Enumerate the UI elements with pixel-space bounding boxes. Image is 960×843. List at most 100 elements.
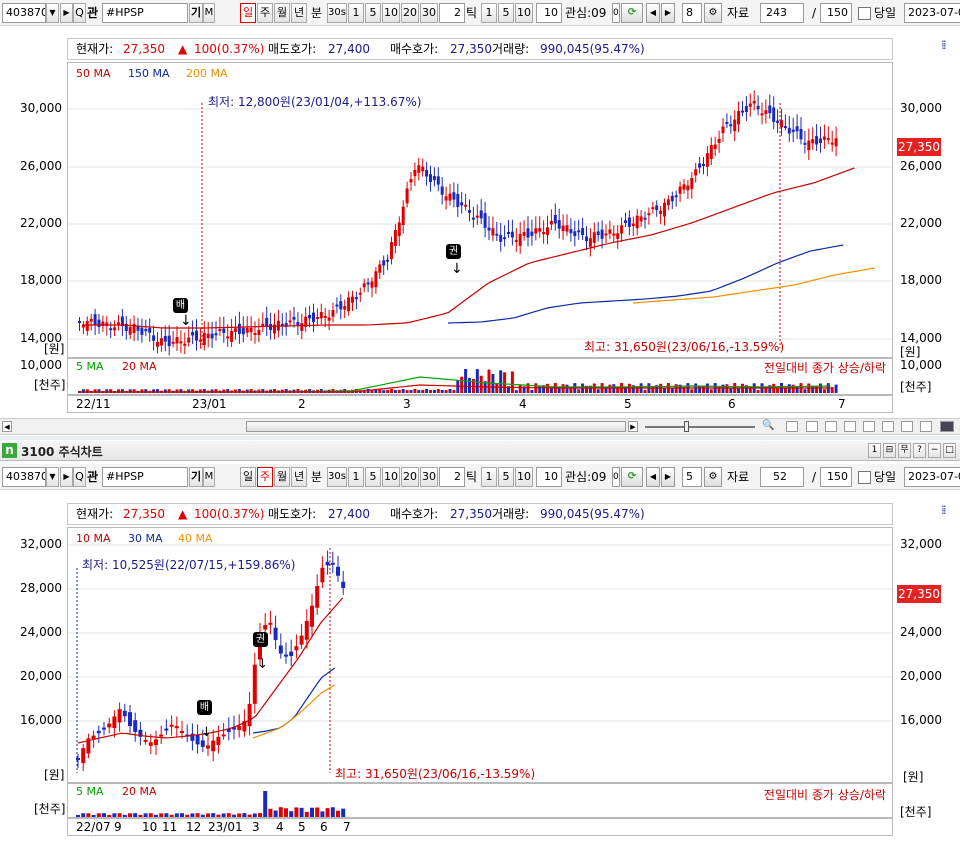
tool-icon[interactable] [882,421,894,432]
tick-count-input[interactable]: 10 [536,3,562,23]
speed-input[interactable]: 8 [682,3,702,23]
period-week-button[interactable]: 주 [257,3,273,23]
zoom-slider-handle[interactable] [684,421,689,432]
vol-ma5-legend[interactable]: 5 MA [76,785,104,798]
refresh-icon[interactable]: ⟳ [621,467,643,487]
minute-5-button[interactable]: 5 [365,3,381,23]
window-control-2[interactable]: ⊟ [883,443,896,458]
gi-button[interactable]: 기 [189,3,203,23]
panel-menu-icon[interactable]: ⁞⁞ [941,38,946,52]
scroll-left-icon[interactable]: ◀ [646,467,660,487]
window-control-1[interactable]: 1 [868,443,881,458]
minute-20-button[interactable]: 20 [401,3,419,23]
tick-10-button[interactable]: 10 [515,467,533,487]
period-day-button[interactable]: 일 [240,3,256,23]
period-year-button[interactable]: 년 [291,467,307,487]
tick-5-button[interactable]: 5 [498,3,514,23]
minimize-button[interactable]: − [928,443,941,458]
ma200-legend[interactable]: 200 MA [186,67,228,80]
ma50-legend[interactable]: 50 MA [76,67,111,80]
date-field[interactable]: 2023-07-0 [904,3,960,23]
total-count-input[interactable]: 150 [820,467,852,487]
tool-icon[interactable] [806,421,818,432]
top-volume-chart[interactable]: 5 MA 20 MA 전일대비 종가 상승/하락 [67,358,893,395]
code-dropdown-icon[interactable]: ▼ [46,467,59,487]
minute-10-button[interactable]: 10 [382,467,400,487]
tick-input[interactable]: 2 [439,467,465,487]
tool-icon[interactable] [863,421,875,432]
tool-icon[interactable] [844,421,856,432]
tool-icon[interactable] [940,421,954,432]
minute-30s-button[interactable]: 30s [327,467,347,487]
settings-icon[interactable]: ⚙ [704,467,722,487]
symbol-field[interactable]: #HPSP [102,3,188,23]
vol-ma5-legend[interactable]: 5 MA [76,360,104,373]
date-field[interactable]: 2023-07-0 [904,467,960,487]
gi-button[interactable]: 기 [189,467,203,487]
panel-menu-icon[interactable]: ⁞⁞ [941,503,946,517]
m-button[interactable]: M [203,467,215,487]
minute-1-button[interactable]: 1 [348,467,364,487]
scroll-thumb[interactable] [246,421,626,432]
period-year-button[interactable]: 년 [291,3,307,23]
bottom-volume-chart[interactable]: 5 MA 20 MA 전일대비 종가 상승/하락 [67,783,893,818]
minute-1-button[interactable]: 1 [348,3,364,23]
top-chart-scrollbar[interactable]: ◀ ▶ 🔍 [0,418,960,435]
scroll-left-icon[interactable]: ◀ [646,3,660,23]
minute-30s-button[interactable]: 30s [327,3,347,23]
vol-ma20-legend[interactable]: 20 MA [122,785,157,798]
pane-separator[interactable] [0,436,960,440]
data-count-select[interactable]: 52 [760,467,804,487]
help-button[interactable]: ? [913,443,926,458]
period-month-button[interactable]: 월 [274,467,290,487]
tick-count-input[interactable]: 10 [536,467,562,487]
tick-10-button[interactable]: 10 [515,3,533,23]
minute-30-button[interactable]: 30 [420,3,438,23]
period-month-button[interactable]: 월 [274,3,290,23]
play-icon[interactable]: ▶ [661,467,675,487]
period-week-button[interactable]: 주 [257,467,273,487]
tool-icon[interactable] [786,421,798,432]
stock-code-input[interactable]: 403870 [2,3,46,23]
same-day-checkbox[interactable] [858,7,871,20]
tool-icon[interactable] [920,421,932,432]
interest-input[interactable]: 0 [612,3,620,23]
ma10-legend[interactable]: 10 MA [76,532,111,545]
scroll-right-arrow-icon[interactable]: ▶ [628,421,638,432]
bottom-price-chart[interactable]: ↓ ↓ 10 MA 30 MA 40 MA 최저: 10,525원(22/07/1… [67,527,893,783]
stock-code-input[interactable]: 403870 [2,467,46,487]
tick-5-button[interactable]: 5 [498,467,514,487]
refresh-icon[interactable]: ⟳ [621,3,643,23]
data-count-select[interactable]: 243 [760,3,804,23]
settings-icon[interactable]: ⚙ [704,3,722,23]
m-button[interactable]: M [203,3,215,23]
tick-1-button[interactable]: 1 [481,467,497,487]
search-icon[interactable]: Q [73,467,86,487]
code-dropdown-icon[interactable]: ▼ [46,3,59,23]
ma30-legend[interactable]: 30 MA [128,532,163,545]
total-count-input[interactable]: 150 [820,3,852,23]
zoom-track[interactable] [645,426,755,428]
ma150-legend[interactable]: 150 MA [128,67,170,80]
ma40-legend[interactable]: 40 MA [178,532,213,545]
speed-input[interactable]: 5 [682,467,702,487]
symbol-field[interactable]: #HPSP [102,467,188,487]
window-control-3[interactable]: 무 [898,443,911,458]
tick-input[interactable]: 2 [439,3,465,23]
minute-20-button[interactable]: 20 [401,467,419,487]
window-title-bar[interactable]: n 3100 주식차트 1 ⊟ 무 ? − □ [0,441,960,461]
tool-icon[interactable] [825,421,837,432]
tick-1-button[interactable]: 1 [481,3,497,23]
same-day-checkbox[interactable] [858,471,871,484]
minute-5-button[interactable]: 5 [365,467,381,487]
next-arrow-icon[interactable]: ▶ [60,467,73,487]
minute-30-button[interactable]: 30 [420,467,438,487]
tool-icon[interactable] [901,421,913,432]
maximize-button[interactable]: □ [943,443,956,458]
zoom-icon[interactable]: 🔍 [762,420,774,431]
play-icon[interactable]: ▶ [661,3,675,23]
scroll-left-arrow-icon[interactable]: ◀ [2,421,12,432]
interest-input[interactable]: 0 [612,467,620,487]
period-day-button[interactable]: 일 [240,467,256,487]
search-icon[interactable]: Q [73,3,86,23]
